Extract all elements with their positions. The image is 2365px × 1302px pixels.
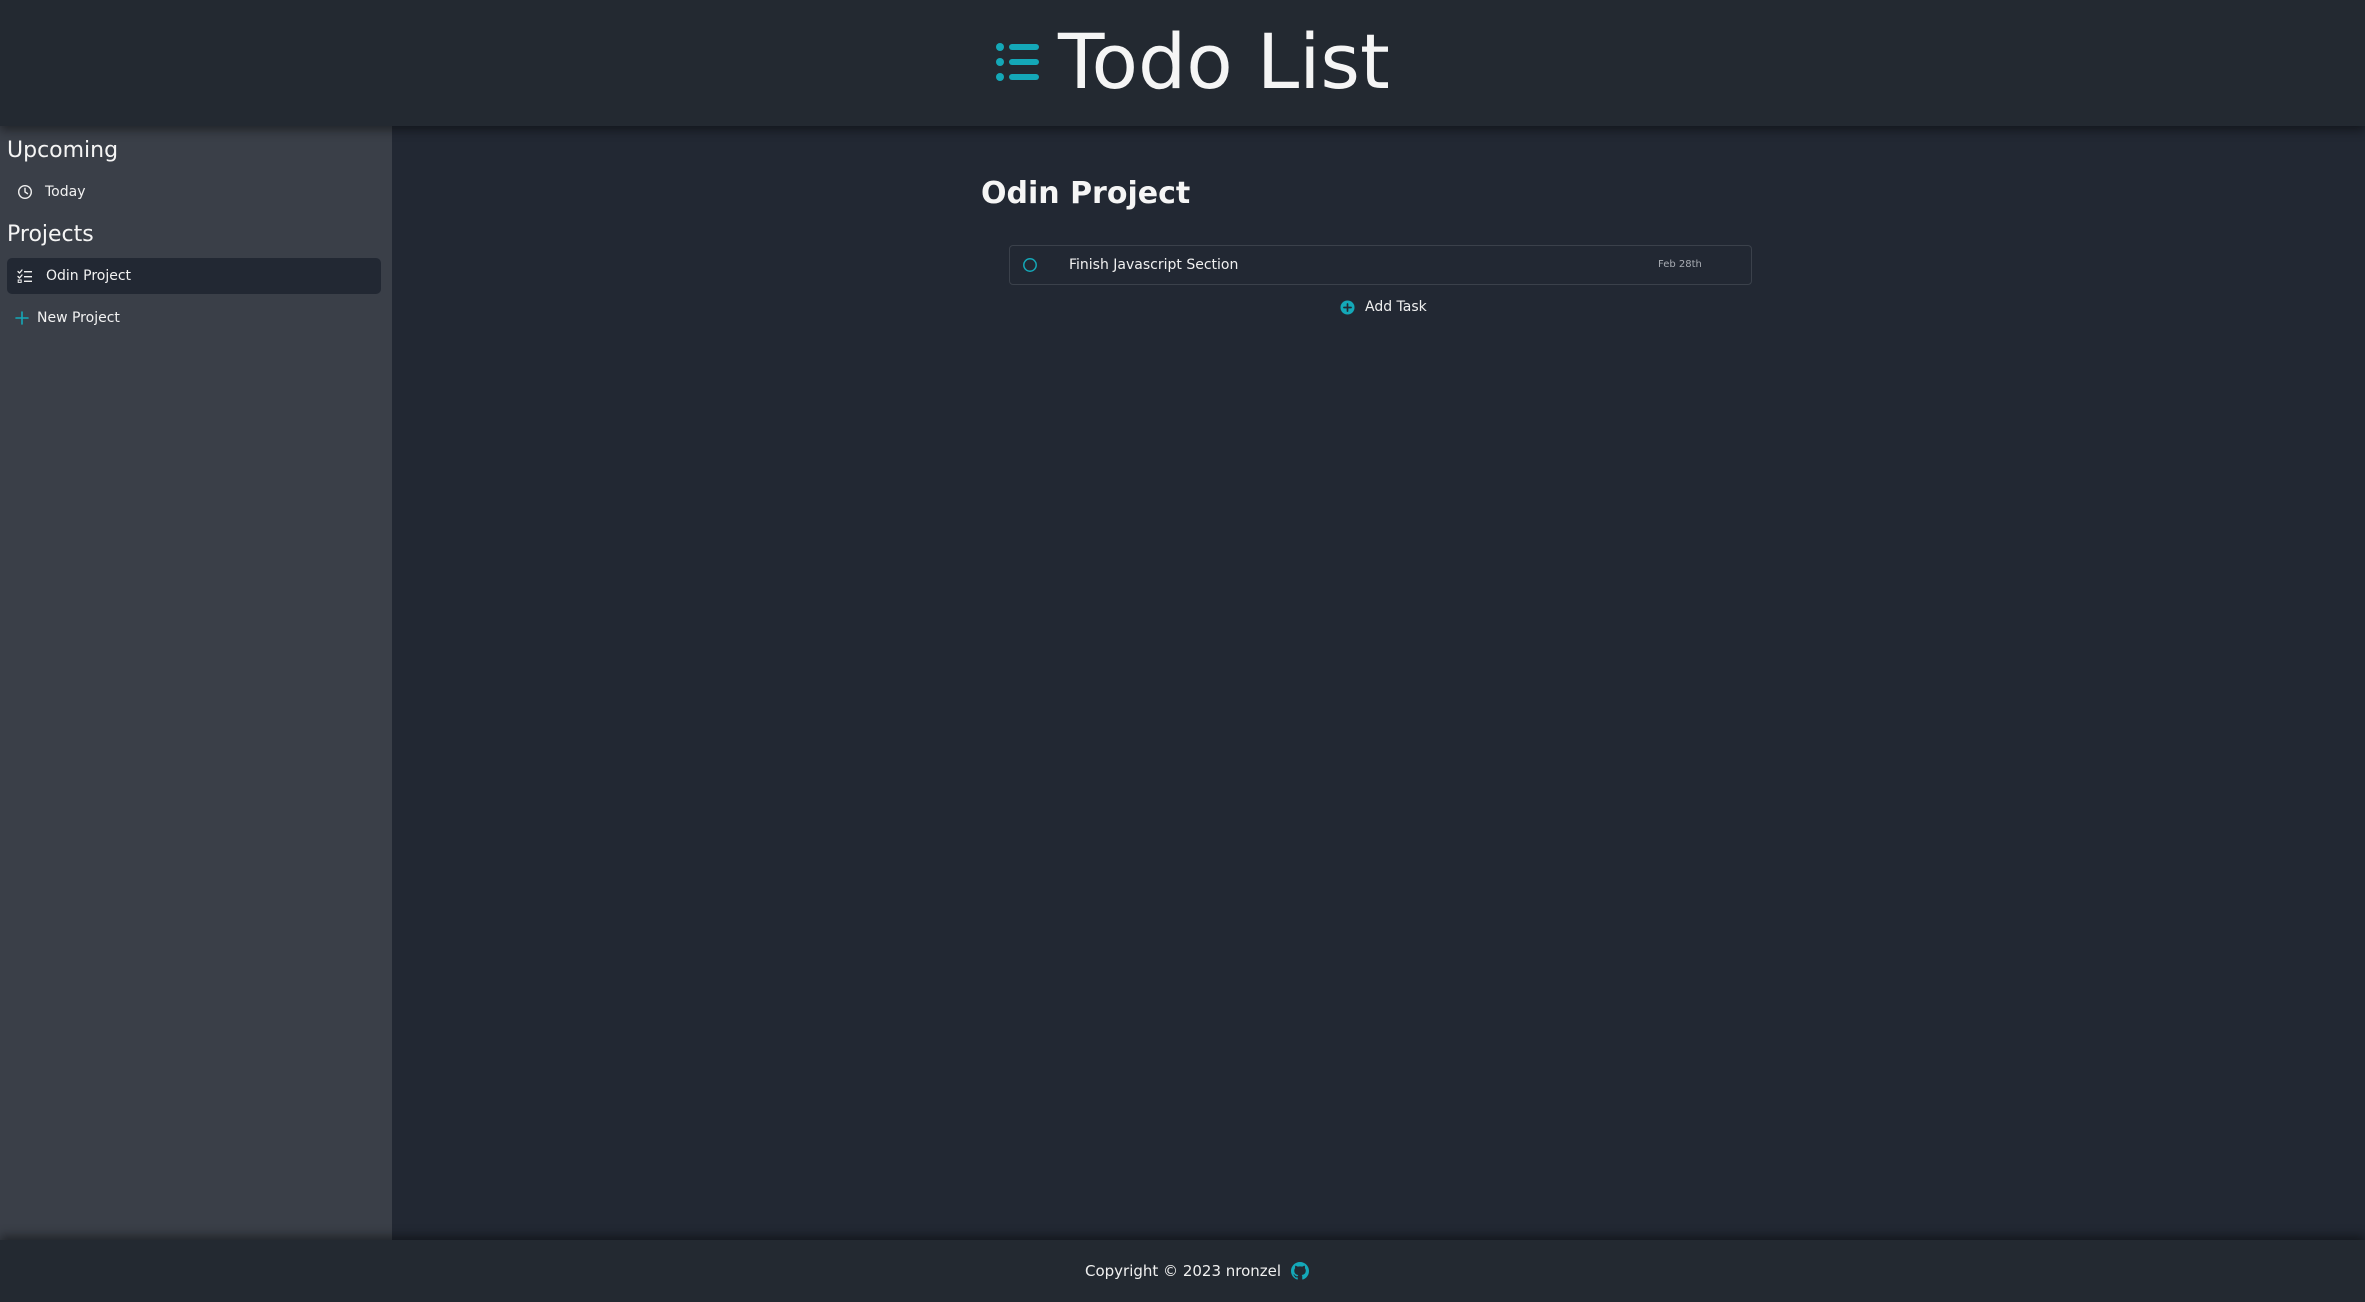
task-title: Finish Javascript Section (1069, 257, 1239, 273)
list-icon (996, 43, 1039, 81)
task-row[interactable]: Finish Javascript Section Feb 28th (1009, 245, 1752, 285)
footer-content: Copyright © 2023 nronzel (1085, 1240, 1310, 1302)
new-project-label: New Project (37, 310, 120, 326)
task-checkbox-circle-icon[interactable] (1022, 257, 1038, 273)
sidebar-item-label: Odin Project (46, 268, 132, 284)
sidebar-item-label: Today (45, 184, 86, 200)
sidebar-item-odin-project[interactable]: Odin Project (7, 258, 381, 294)
upcoming-heading: Upcoming (7, 138, 119, 163)
app-header: Todo List (0, 0, 2365, 126)
projects-heading: Projects (7, 222, 94, 247)
plus-icon (15, 311, 29, 325)
copyright-text: Copyright © 2023 nronzel (1085, 1262, 1282, 1280)
sidebar: Upcoming Today Projects Odin Project New… (0, 126, 392, 1240)
header-brand: Todo List (996, 14, 1390, 110)
add-task-button[interactable]: Add Task (1340, 296, 1427, 318)
app-title: Todo List (1058, 17, 1390, 106)
task-due-date: Feb 28th (1658, 259, 1702, 270)
github-icon[interactable] (1291, 1262, 1310, 1280)
project-title: Odin Project (981, 176, 1191, 211)
plus-circle-icon (1340, 299, 1355, 315)
add-task-label: Add Task (1365, 299, 1427, 315)
sidebar-item-today[interactable]: Today (7, 174, 381, 210)
clock-icon (17, 184, 33, 200)
new-project-button[interactable]: New Project (7, 300, 381, 336)
checklist-icon (17, 269, 32, 283)
footer: Copyright © 2023 nronzel (0, 1240, 2365, 1302)
